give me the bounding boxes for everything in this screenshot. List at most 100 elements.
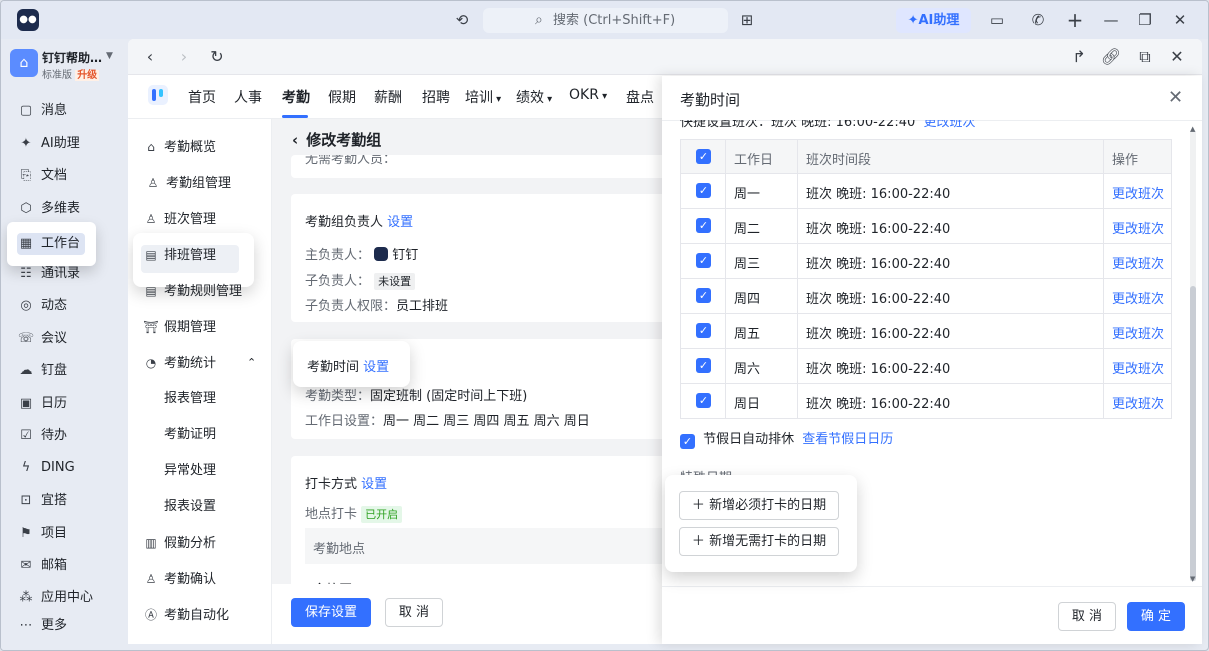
row-checkbox[interactable]: ✓: [696, 218, 711, 233]
left-menu-item-6[interactable]: ◔ 考勤统计 ⌃: [143, 351, 268, 375]
maximize-icon[interactable]: ❐: [1134, 9, 1156, 31]
left-menu-subitem-0[interactable]: 报表管理: [164, 387, 216, 411]
change-shift-link[interactable]: 更改班次: [1112, 323, 1164, 342]
scroll-up-icon[interactable]: ▲: [1190, 125, 1195, 133]
left-menu-item-4[interactable]: ▤ 考勤规则管理: [143, 279, 268, 303]
minimize-icon[interactable]: —: [1100, 9, 1122, 31]
search-input[interactable]: ⌕ 搜索 (Ctrl+Shift+F): [483, 8, 728, 33]
select-all-checkbox[interactable]: ✓: [696, 149, 711, 164]
module-tab-7[interactable]: 绩效 ▾: [516, 87, 552, 107]
left-menu-item2-1[interactable]: ♙ 考勤确认: [143, 567, 268, 591]
change-shift-link[interactable]: 更改班次: [1112, 218, 1164, 237]
forward-icon[interactable]: ›: [173, 46, 195, 68]
left-menu-item2-2[interactable]: Ⓐ 考勤自动化: [143, 603, 268, 627]
rail-more[interactable]: ⋯ 更多: [17, 614, 117, 638]
module-tab-1[interactable]: 人事: [234, 87, 262, 107]
holiday-checkbox[interactable]: ✓: [680, 434, 695, 449]
left-menu-item-5[interactable]: ⛩ 假期管理: [143, 315, 268, 339]
org-switcher[interactable]: ⌂ 钉钉帮助… ▼ 标准版 升级: [10, 49, 122, 89]
plus-icon: ＋: [691, 534, 705, 549]
drawer-scroll-thumb[interactable]: [1190, 286, 1196, 581]
apps-grid-icon[interactable]: ⊞: [736, 9, 758, 31]
row-checkbox[interactable]: ✓: [696, 253, 711, 268]
left-menu-label: 考勤确认: [164, 572, 217, 587]
rail-item-3[interactable]: ⬡ 多维表: [17, 197, 117, 221]
row-checkbox[interactable]: ✓: [696, 183, 711, 198]
rail-item-1[interactable]: ✦ AI助理: [17, 132, 117, 156]
left-menu-item-2[interactable]: ♙ 班次管理: [143, 207, 268, 231]
module-tab-6[interactable]: 培训 ▾: [465, 87, 501, 107]
holiday-calendar-link[interactable]: 查看节假日日历: [802, 432, 893, 447]
left-menu-item-1[interactable]: ♙ 考勤组管理: [145, 171, 270, 195]
module-tab-2[interactable]: 考勤: [282, 87, 310, 107]
add-required-date-button[interactable]: ＋ 新增必须打卡的日期: [679, 491, 839, 520]
drawer-cancel-button[interactable]: 取 消: [1058, 602, 1116, 631]
back-icon[interactable]: ‹: [139, 46, 161, 68]
rail-item-5[interactable]: ☷ 通讯录: [17, 262, 117, 286]
quick-set-change-link[interactable]: 更改班次: [924, 120, 976, 130]
rail-item-13[interactable]: ⚑ 项目: [17, 522, 117, 546]
left-menu-subitem-3[interactable]: 报表设置: [164, 495, 216, 519]
rail-item-7[interactable]: ☏ 会议: [17, 327, 117, 351]
module-tab-label: 首页: [188, 90, 216, 106]
rail-item-15[interactable]: ⁂ 应用中心: [17, 586, 117, 610]
left-menu-item-3[interactable]: ▤ 排班管理: [143, 243, 268, 267]
module-tab-8[interactable]: OKR ▾: [569, 87, 607, 103]
close-window-icon[interactable]: ✕: [1169, 9, 1191, 31]
module-tab-0[interactable]: 首页: [188, 87, 216, 107]
search-icon: ⌕: [535, 12, 543, 28]
close-page-icon[interactable]: ✕: [1166, 46, 1188, 68]
left-menu-item-0[interactable]: ⌂ 考勤概览: [143, 135, 268, 159]
refresh-icon[interactable]: ↻: [206, 46, 228, 68]
rail-item-12[interactable]: ⊡ 宜搭: [17, 489, 117, 513]
module-tab-5[interactable]: 招聘: [422, 87, 450, 107]
add-icon[interactable]: +: [1064, 9, 1086, 31]
module-tab-9[interactable]: 盘点: [626, 87, 654, 107]
cancel-button[interactable]: 取 消: [385, 598, 443, 627]
open-external-icon[interactable]: ⧉: [1134, 46, 1156, 68]
call-icon[interactable]: ✆: [1027, 9, 1049, 31]
rules-icon: ▤: [145, 284, 157, 298]
history-icon[interactable]: ⟲: [451, 9, 473, 31]
drawer-close-icon[interactable]: ✕: [1168, 87, 1183, 108]
time-set-link[interactable]: 设置: [363, 360, 389, 375]
back-chevron-icon[interactable]: ‹: [292, 131, 298, 149]
save-settings-button[interactable]: 保存设置: [291, 598, 371, 627]
upgrade-badge[interactable]: 升级: [75, 70, 100, 81]
row-checkbox[interactable]: ✓: [696, 358, 711, 373]
scroll-down-icon[interactable]: ▼: [1190, 575, 1195, 583]
module-tab-4[interactable]: 薪酬: [374, 87, 402, 107]
change-shift-link[interactable]: 更改班次: [1112, 358, 1164, 377]
change-shift-link[interactable]: 更改班次: [1112, 183, 1164, 202]
row-checkbox[interactable]: ✓: [696, 288, 711, 303]
left-menu-item2-0[interactable]: ▥ 假勤分析: [143, 531, 268, 555]
add-not-required-date-button[interactable]: ＋ 新增无需打卡的日期: [679, 527, 839, 556]
chevron-up-icon[interactable]: ⌃: [247, 351, 256, 375]
change-shift-link[interactable]: 更改班次: [1112, 288, 1164, 307]
module-tab-3[interactable]: 假期: [328, 87, 356, 107]
rail-item-11[interactable]: ϟ DING: [17, 456, 117, 480]
row-checkbox[interactable]: ✓: [696, 393, 711, 408]
drawer-confirm-button[interactable]: 确 定: [1127, 602, 1185, 631]
rail-item-6[interactable]: ◎ 动态: [17, 294, 117, 318]
ai-assistant-button[interactable]: ✦AI助理: [896, 8, 971, 33]
rail-item-0[interactable]: ▢ 消息: [17, 99, 117, 123]
share-icon[interactable]: ↱: [1068, 46, 1090, 68]
rail-item-10[interactable]: ☑ 待办: [17, 424, 117, 448]
owner-set-link[interactable]: 设置: [387, 215, 413, 230]
header-weekday: 工作日: [734, 153, 774, 168]
screen-share-icon[interactable]: ▭: [986, 9, 1008, 31]
row-checkbox[interactable]: ✓: [696, 323, 711, 338]
punch-set-link[interactable]: 设置: [361, 477, 387, 492]
rail-item-8[interactable]: ☁ 钉盘: [17, 359, 117, 383]
rail-item-2[interactable]: ⎘ 文档: [17, 164, 117, 188]
left-menu-subitem-1[interactable]: 考勤证明: [164, 423, 216, 447]
left-menu-subitem-2[interactable]: 异常处理: [164, 459, 216, 483]
rail-item-4[interactable]: ▦ 工作台: [17, 232, 117, 256]
chevron-down-icon: ▼: [106, 51, 113, 61]
change-shift-link[interactable]: 更改班次: [1112, 253, 1164, 272]
change-shift-link[interactable]: 更改班次: [1112, 393, 1164, 412]
rail-item-14[interactable]: ✉ 邮箱: [17, 554, 117, 578]
rail-item-9[interactable]: ▣ 日历: [17, 392, 117, 416]
link-icon[interactable]: 🔗︎: [1100, 46, 1122, 68]
